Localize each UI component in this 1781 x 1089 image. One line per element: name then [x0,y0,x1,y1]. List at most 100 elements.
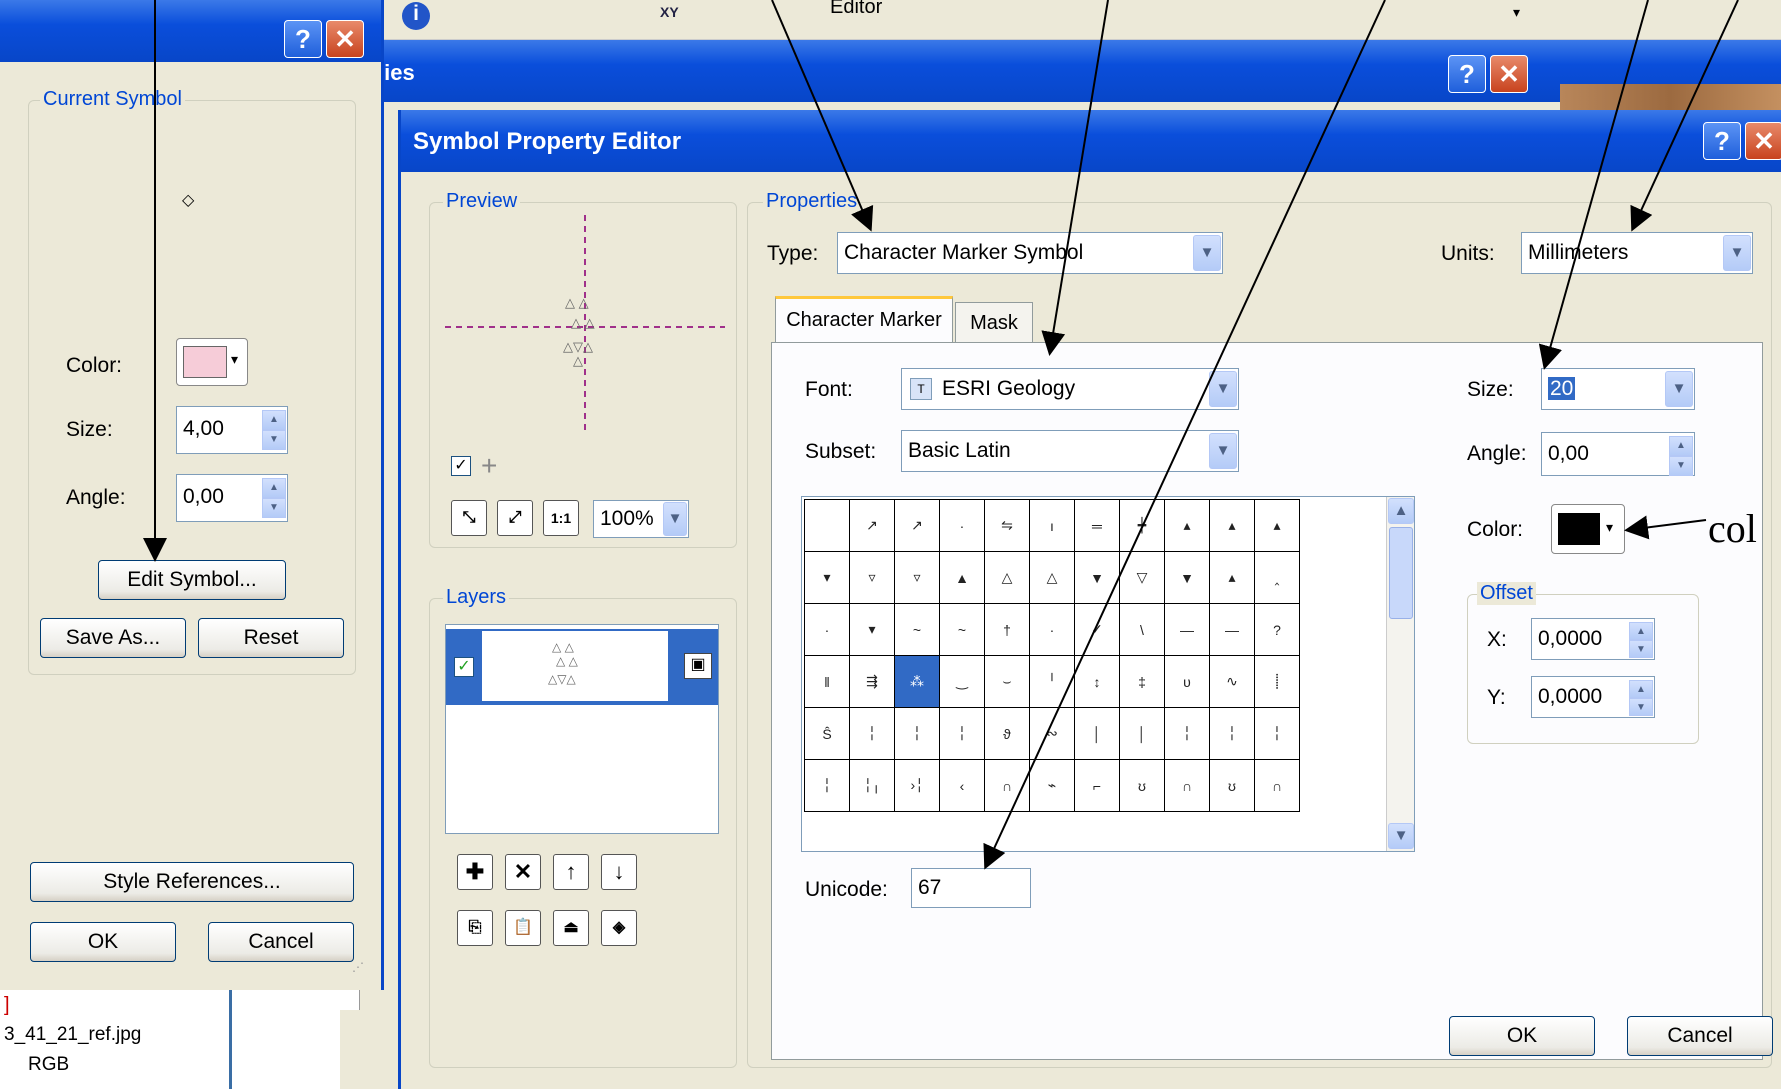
font-dropdown-arrow[interactable]: ▼ [1209,371,1237,407]
glyph-cell[interactable]: ›╎ [894,759,940,812]
glyph-cell[interactable]: ▾ [804,551,850,604]
close-button[interactable]: ✕ [326,20,364,58]
glyph-cell[interactable]: ↕ [1074,655,1120,708]
glyph-cell[interactable]: ∩ [1254,759,1300,812]
ok-button[interactable]: OK [30,922,176,962]
glyph-cell[interactable] [804,499,850,552]
layer-visible-checkbox[interactable]: ✓ [454,657,474,677]
subset-dropdown-arrow[interactable]: ▼ [1209,433,1237,469]
reset-button[interactable]: Reset [198,618,344,658]
glyph-cell[interactable]: ┿ [1119,499,1165,552]
glyph-cell[interactable]: ╎╷ [849,759,895,812]
glyph-cell[interactable]: ▴ [1164,499,1210,552]
tab-mask[interactable]: Mask [955,302,1033,344]
glyph-cell[interactable]: ╎ [804,759,850,812]
glyph-cell[interactable]: │ [1119,707,1165,760]
glyph-cell[interactable]: ? [1254,603,1300,656]
add-layer-icon[interactable]: ✚ [457,854,493,890]
paste-layer-icon[interactable]: 📋 [505,910,541,946]
glyph-cell[interactable]: Ŝ [804,707,850,760]
glyph-cell[interactable]: — [1209,603,1255,656]
glyph-cell[interactable]: ▽ [1119,551,1165,604]
unicode-field[interactable]: 67 [911,868,1031,908]
zoom-in-icon[interactable]: ⤡ [451,500,487,536]
offset-x-spin-down[interactable]: ▼ [1629,640,1653,658]
editor-close-button[interactable]: ✕ [1745,122,1781,160]
save-as-button[interactable]: Save As... [40,618,186,658]
glyph-cell[interactable]: \ [1119,603,1165,656]
units-select[interactable]: Millimeters [1521,232,1753,274]
glyph-cell[interactable]: ʊ [1209,759,1255,812]
glyph-cell[interactable]: ϑ [984,707,1030,760]
glyph-cell[interactable]: ~ [894,603,940,656]
glyph-cell[interactable]: ı [1029,499,1075,552]
offset-y-spin-up[interactable]: ▲ [1629,680,1653,698]
glyph-cell[interactable]: ╎ [849,707,895,760]
copy-layer-icon[interactable]: ⎘ [457,910,493,946]
glyph-cell[interactable]: ▴ [1209,499,1255,552]
glyph-cell[interactable]: ╎ [894,707,940,760]
glyph-cell[interactable]: ⇋ [984,499,1030,552]
scroll-thumb[interactable] [1389,527,1413,619]
glyph-cell[interactable]: △ [1029,551,1075,604]
marker-color-button[interactable]: ▾ [1551,504,1625,554]
marker-angle-spin-up[interactable]: ▲ [1669,436,1693,456]
glyph-cell[interactable]: · [804,603,850,656]
actual-size-icon[interactable]: 1:1 [543,500,579,536]
glyph-cell[interactable]: ⌐ [1074,759,1120,812]
import-icon[interactable]: ⏏ [553,910,589,946]
glyph-cell[interactable]: ǁ [804,655,850,708]
edit-symbol-button[interactable]: Edit Symbol... [98,560,286,600]
glyph-cell[interactable]: ▴ [1254,499,1300,552]
glyph-cell[interactable]: ▲ [939,551,985,604]
glyph-cell[interactable]: ∩ [1164,759,1210,812]
tab-character-marker[interactable]: Character Marker [775,296,953,344]
glyph-cell[interactable]: ‸ [1254,551,1300,604]
glyph-scrollbar[interactable]: ▲ ▼ [1386,497,1414,851]
glyph-cell[interactable]: ∾ [1029,707,1075,760]
glyph-cell[interactable]: △ [984,551,1030,604]
glyph-cell[interactable]: ‹ [939,759,985,812]
zoom-dropdown-arrow[interactable]: ▼ [663,502,687,536]
zoom-out-icon[interactable]: ⤢ [497,500,533,536]
layer-row[interactable]: ✓ △ △ △ △ △▽△ ▣ [446,629,718,705]
glyph-cell[interactable]: │ [1074,707,1120,760]
glyph-cell[interactable]: ▼ [1164,551,1210,604]
layer-file-name[interactable]: 3_41_21_ref.jpg [4,1024,141,1046]
xy-icon[interactable]: XY [660,4,679,20]
glyph-cell[interactable]: υ [1164,655,1210,708]
style-references-button[interactable]: Style References... [30,862,354,902]
crosshair-icon[interactable]: + [481,450,497,482]
glyph-cell[interactable]: ∩ [984,759,1030,812]
editor-cancel-button[interactable]: Cancel [1627,1016,1773,1056]
glyph-cell[interactable]: ▴ [1209,551,1255,604]
glyph-cell[interactable]: — [1164,603,1210,656]
angle-spin-down[interactable]: ▼ [262,498,286,518]
units-dropdown-arrow[interactable]: ▼ [1723,235,1751,271]
resize-grip-icon[interactable]: ⋰ [352,960,364,974]
marker-angle-spin-down[interactable]: ▼ [1669,456,1693,476]
glyph-cell[interactable]: † [984,603,1030,656]
type-dropdown-arrow[interactable]: ▼ [1193,235,1221,271]
editor-menu[interactable]: Editor [830,0,882,19]
scroll-up-arrow[interactable]: ▲ [1388,498,1414,524]
marker-size-dropdown-arrow[interactable]: ▼ [1665,371,1693,407]
lock-icon[interactable]: ▣ [684,653,712,679]
glyph-cell[interactable]: ~ [939,603,985,656]
glyph-cell[interactable]: ⇶ [849,655,895,708]
glyph-cell[interactable]: ╎ [1209,707,1255,760]
help-button[interactable]: ? [284,20,322,58]
angle-spin-up[interactable]: ▲ [262,478,286,498]
glyph-cell[interactable]: ↗ [849,499,895,552]
font-select[interactable]: T ESRI Geology [901,368,1239,410]
glyph-cell[interactable]: ∿ [1209,655,1255,708]
info-icon[interactable]: i [402,2,430,30]
glyph-cell[interactable]: ‡ [1119,655,1165,708]
glyph-cell[interactable]: ╎ [1254,707,1300,760]
glyph-cell[interactable]: ⸽ [1254,655,1300,708]
bg-close-button[interactable]: ✕ [1490,55,1528,93]
preview-checkbox[interactable]: ✓ [451,456,471,476]
glyph-cell[interactable]: ⁂ [894,655,940,708]
glyph-cell[interactable]: ʊ [1119,759,1165,812]
cancel-button[interactable]: Cancel [208,922,354,962]
